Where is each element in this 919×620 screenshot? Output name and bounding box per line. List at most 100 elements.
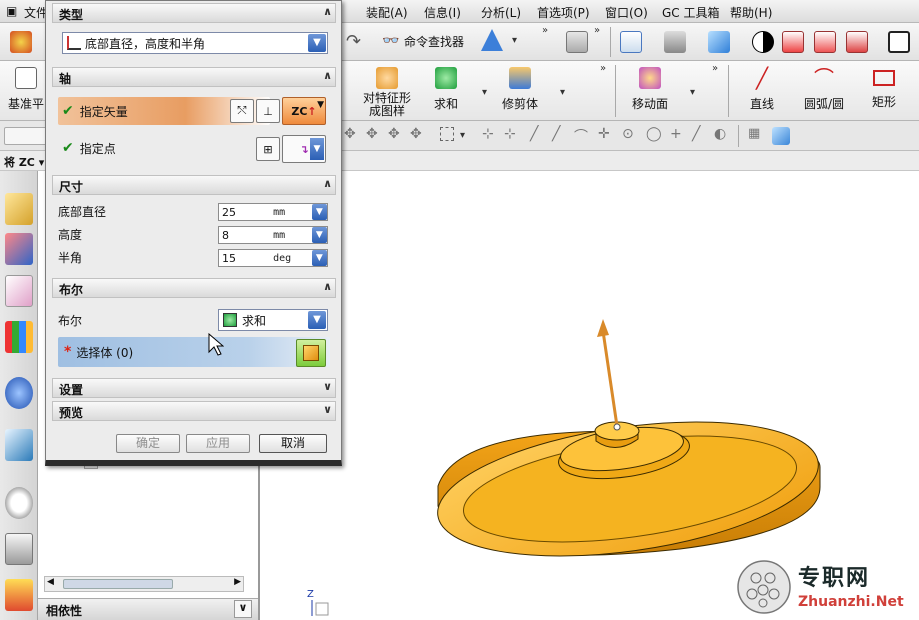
web-browser-icon[interactable]: [5, 429, 33, 461]
vector-arrow[interactable]: [597, 319, 621, 431]
grid-icon[interactable]: ▦: [748, 126, 760, 141]
ok-button[interactable]: 确定: [116, 434, 180, 453]
menu-gc-toolbox[interactable]: GC 工具箱: [662, 4, 720, 21]
edit-section-icon[interactable]: [846, 31, 868, 53]
filter-combo[interactable]: [4, 127, 50, 145]
menu-file-icon[interactable]: ▣: [6, 4, 17, 18]
trim-dropdown-icon[interactable]: ▾: [560, 87, 565, 98]
pattern-feature-button[interactable]: 对特征形 成图样: [362, 67, 412, 118]
half-angle-input[interactable]: 15 deg ▼: [218, 249, 328, 267]
existing-point-icon[interactable]: +: [670, 126, 682, 142]
line-button[interactable]: ╱ 直线: [750, 67, 774, 112]
fit-view-icon[interactable]: [620, 31, 642, 53]
scroll-thumb[interactable]: [63, 579, 173, 589]
zc-orient-text[interactable]: 将 ZC ▾: [4, 154, 44, 170]
background-icon[interactable]: [752, 31, 774, 53]
binoculars-icon[interactable]: 👓: [382, 33, 399, 49]
unite-button[interactable]: 求和: [434, 67, 458, 112]
start-icon[interactable]: [10, 31, 32, 53]
base-diameter-input[interactable]: 25 mm ▼: [218, 203, 328, 221]
chevron-down-icon[interactable]: ▼: [311, 204, 327, 220]
scroll-right-icon[interactable]: ▶: [234, 577, 241, 587]
dimensions-section-header[interactable]: 尺寸 ∧: [52, 175, 336, 195]
rectangle-button[interactable]: 矩形: [872, 67, 896, 110]
system-materials-icon[interactable]: [5, 533, 33, 565]
dependency-panel-header[interactable]: 相依性 ∨: [38, 598, 258, 620]
snap-icon-5[interactable]: ⊹: [482, 126, 494, 142]
chevron-down-icon[interactable]: ▾: [512, 35, 517, 46]
height-input[interactable]: 8 mm ▼: [218, 226, 328, 244]
cone-icon[interactable]: [481, 29, 503, 51]
more-icon[interactable]: »: [542, 25, 548, 36]
process-studio-icon[interactable]: [5, 579, 33, 611]
select-body-button[interactable]: [296, 339, 326, 367]
unite-dropdown-icon[interactable]: ▾: [482, 87, 487, 98]
midpoint-snap-icon[interactable]: ╱: [552, 126, 560, 142]
horizontal-scrollbar[interactable]: ◀ ▶: [44, 576, 244, 592]
graphics-window[interactable]: Z: [260, 171, 919, 620]
preview-section-header[interactable]: 预览 ∨: [52, 401, 336, 421]
select-body-row[interactable]: * 选择体 (0): [58, 337, 330, 367]
assembly-navigator-icon[interactable]: [5, 193, 33, 225]
chevron-up-icon[interactable]: ∧: [323, 69, 332, 82]
menu-assembly[interactable]: 装配(A): [366, 4, 408, 21]
history-icon[interactable]: [5, 487, 33, 519]
move-face-dropdown-icon[interactable]: ▾: [690, 87, 695, 98]
intersection-snap-icon[interactable]: ✛: [598, 126, 610, 142]
window-icon[interactable]: [888, 31, 910, 53]
chevron-up-icon[interactable]: ∧: [323, 5, 332, 18]
command-finder-label[interactable]: 命令查找器: [404, 33, 464, 50]
section-view-icon[interactable]: [814, 31, 836, 53]
chevron-down-icon[interactable]: ∨: [323, 403, 332, 416]
reuse-library-icon[interactable]: [5, 321, 33, 353]
clip-section-icon[interactable]: [782, 31, 804, 53]
scroll-left-icon[interactable]: ◀: [47, 577, 54, 587]
part-navigator-icon[interactable]: [5, 275, 33, 307]
chevron-down-icon[interactable]: ▼: [310, 138, 324, 160]
height-value[interactable]: 8: [219, 229, 273, 242]
chevron-down-icon[interactable]: ▼: [308, 34, 326, 52]
snap-icon-3[interactable]: ✥: [388, 126, 400, 142]
layer-icon[interactable]: [566, 31, 588, 53]
base-diameter-value[interactable]: 25: [219, 206, 273, 219]
settings-section-header[interactable]: 设置 ∨: [52, 378, 336, 398]
menu-analysis[interactable]: 分析(L): [481, 4, 521, 21]
menu-window[interactable]: 窗口(O): [605, 4, 648, 21]
selection-box-icon[interactable]: [440, 127, 454, 141]
chevron-down-icon[interactable]: ▼: [311, 250, 327, 266]
display-part-icon[interactable]: [772, 127, 790, 145]
more-icon-2[interactable]: »: [594, 25, 600, 36]
cancel-button[interactable]: 取消: [259, 434, 327, 453]
point-on-curve-icon[interactable]: ╱: [692, 126, 700, 142]
type-select[interactable]: 底部直径，高度和半角 ▼: [62, 32, 328, 54]
selection-dropdown-icon[interactable]: ▾: [460, 130, 465, 141]
constraint-navigator-icon[interactable]: [5, 233, 33, 265]
redo-icon[interactable]: ↷: [346, 31, 361, 52]
menu-preferences[interactable]: 首选项(P): [537, 4, 590, 21]
snap-icon-4[interactable]: ✥: [410, 126, 422, 142]
endpoint-snap-icon[interactable]: ╱: [530, 126, 538, 142]
boolean-select[interactable]: 求和 ▼: [218, 309, 328, 331]
axis-section-header[interactable]: 轴 ∧: [52, 67, 336, 87]
shaded-cube-icon[interactable]: [708, 31, 730, 53]
vector-dialog-button[interactable]: ⊥: [256, 99, 280, 123]
datum-plane-button[interactable]: 基准平: [8, 67, 44, 112]
quadrant-snap-icon[interactable]: ◯: [646, 126, 662, 142]
vector-type-button[interactable]: ZC ↑ ▼: [282, 97, 326, 125]
trim-body-button[interactable]: 修剪体: [502, 67, 538, 112]
point-dialog-button[interactable]: ⊞: [256, 137, 280, 161]
apply-button[interactable]: 应用: [186, 434, 250, 453]
arc-button[interactable]: ⌒ 圆弧/圆: [804, 67, 844, 112]
menu-info[interactable]: 信息(I): [424, 4, 461, 21]
chevron-down-icon[interactable]: ∨: [234, 600, 252, 618]
chevron-down-icon[interactable]: ∨: [323, 380, 332, 393]
half-angle-value[interactable]: 15: [219, 252, 273, 265]
menu-help[interactable]: 帮助(H): [730, 4, 772, 21]
chevron-up-icon[interactable]: ∧: [323, 177, 332, 190]
type-section-header[interactable]: 类型 ∧: [52, 3, 336, 23]
snap-icon-2[interactable]: ✥: [366, 126, 378, 142]
control-point-icon[interactable]: ⌒: [574, 126, 588, 146]
boolean-section-header[interactable]: 布尔 ∧: [52, 278, 336, 298]
move-face-button[interactable]: 移动面: [632, 67, 668, 112]
chevron-down-icon[interactable]: ▼: [317, 100, 324, 110]
